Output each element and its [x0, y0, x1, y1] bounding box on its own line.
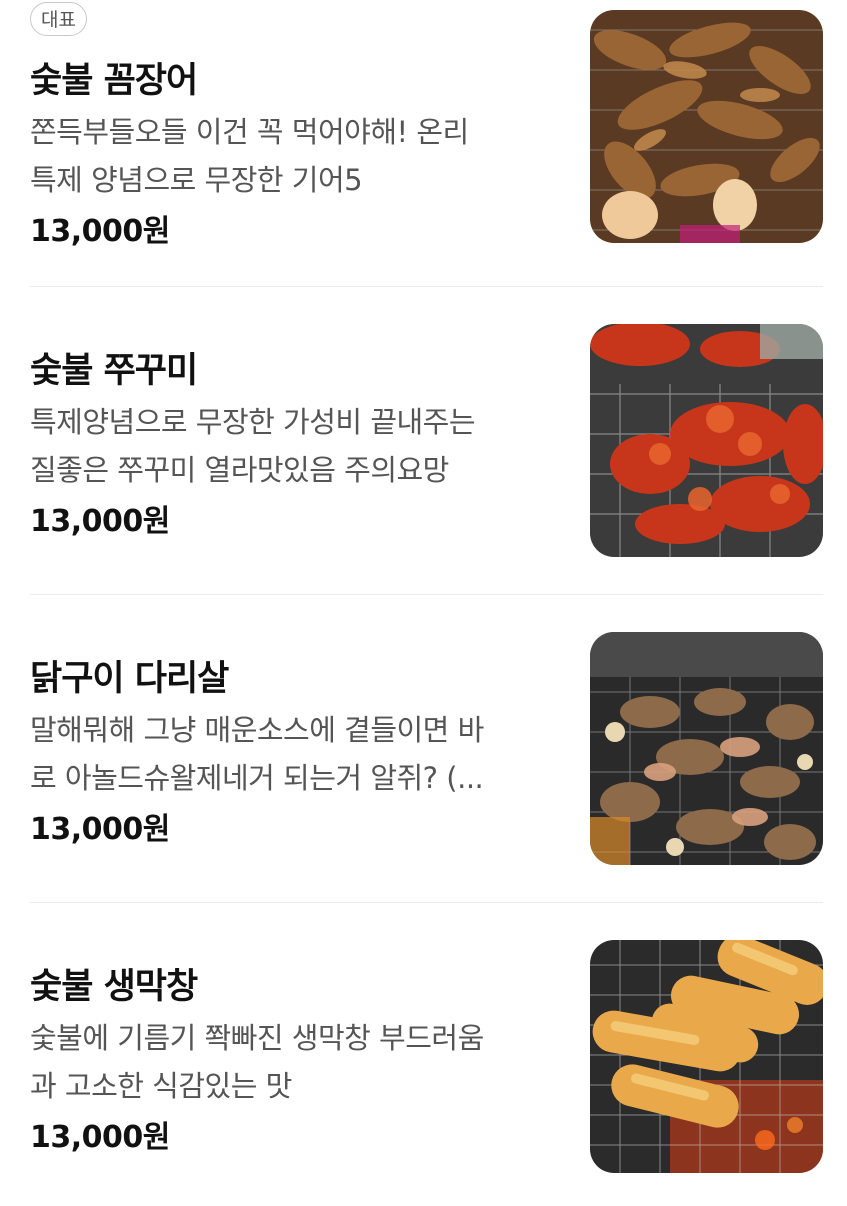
- menu-item-photo[interactable]: [590, 324, 823, 557]
- menu-item[interactable]: 숯불 쭈꾸미 특제양념으로 무장한 가성비 끝내주는 질좋은 쭈꾸미 열라맛있음…: [30, 310, 823, 590]
- menu-item-photo[interactable]: [590, 10, 823, 243]
- menu-item-name: 숯불 생막창: [30, 967, 198, 1007]
- description-line: 특제양념으로 무장한 가성비 끝내주는: [30, 405, 476, 439]
- grilled-webfoot-octopus-photo: [590, 324, 823, 557]
- grilled-hagfish-photo: [590, 10, 823, 243]
- description-line: 질좋은 쭈꾸미 열라맛있음 주의요망: [30, 453, 449, 487]
- menu-item-name: 숯불 꼼장어: [30, 61, 198, 101]
- description-line: 말해뭐해 그냥 매운소스에 곁들이면 바: [30, 713, 484, 747]
- description-line: 로 아놀드슈왈제네거 되는거 알쥐? (...: [30, 761, 484, 795]
- menu-item-description: 숯불에 기름기 쫙빠진 생막창 부드러움 과 고소한 식감있는 맛: [30, 1014, 560, 1110]
- menu-item-photo[interactable]: [590, 940, 823, 1173]
- menu-item-price: 13,000원: [30, 214, 170, 249]
- menu-item-description: 쫀득부들오들 이건 꼭 먹어야해! 온리 특제 양념으로 무장한 기어5: [30, 108, 560, 204]
- representative-badge: 대표: [30, 2, 87, 36]
- grilled-chicken-leg-photo: [590, 632, 823, 865]
- divider: [30, 594, 823, 595]
- menu-item[interactable]: 닭구이 다리살 말해뭐해 그냥 매운소스에 곁들이면 바 로 아놀드슈왈제네거 …: [30, 618, 823, 898]
- menu-item-price: 13,000원: [30, 504, 170, 539]
- menu-item-name: 숯불 쭈꾸미: [30, 351, 198, 391]
- menu-item-name: 닭구이 다리살: [30, 659, 229, 699]
- menu-item-description: 말해뭐해 그냥 매운소스에 곁들이면 바 로 아놀드슈왈제네거 되는거 알쥐? …: [30, 706, 560, 802]
- menu-item-description: 특제양념으로 무장한 가성비 끝내주는 질좋은 쭈꾸미 열라맛있음 주의요망: [30, 398, 560, 494]
- description-line: 숯불에 기름기 쫙빠진 생막창 부드러움: [30, 1021, 484, 1055]
- divider: [30, 902, 823, 903]
- grilled-pork-intestine-photo: [590, 940, 823, 1173]
- menu-item-price: 13,000원: [30, 812, 170, 847]
- menu-item[interactable]: 대표 숯불 꼼장어 쫀득부들오들 이건 꼭 먹어야해! 온리 특제 양념으로 무…: [30, 0, 823, 280]
- menu-item[interactable]: 숯불 생막창 숯불에 기름기 쫙빠진 생막창 부드러움 과 고소한 식감있는 맛…: [30, 926, 823, 1206]
- menu-item-photo[interactable]: [590, 632, 823, 865]
- description-line: 특제 양념으로 무장한 기어5: [30, 163, 363, 197]
- description-line: 쫀득부들오들 이건 꼭 먹어야해! 온리: [30, 115, 469, 149]
- description-line: 과 고소한 식감있는 맛: [30, 1069, 292, 1103]
- menu-item-price: 13,000원: [30, 1120, 170, 1155]
- divider: [30, 286, 823, 287]
